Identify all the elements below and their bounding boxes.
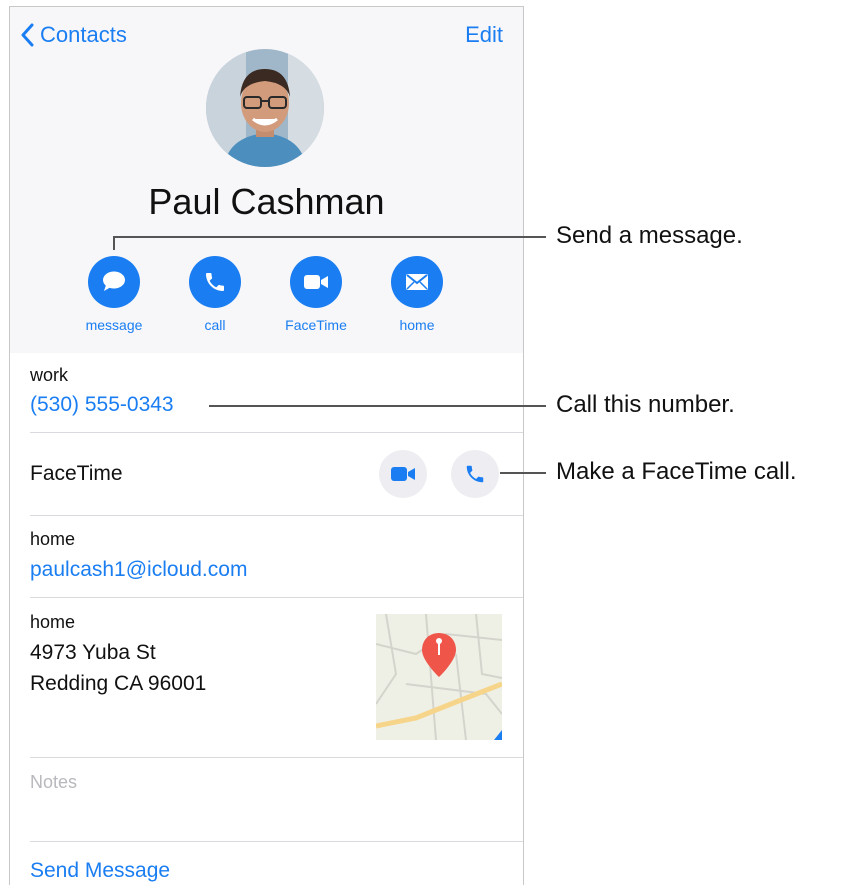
call-action-button[interactable]: call bbox=[165, 256, 265, 333]
email-link[interactable]: paulcash1@icloud.com bbox=[30, 558, 247, 582]
contact-name: Paul Cashman bbox=[148, 181, 385, 222]
phone-number-link[interactable]: (530) 555-0343 bbox=[30, 393, 174, 417]
message-action-button[interactable]: message bbox=[64, 256, 164, 333]
send-message-button[interactable]: Send Message bbox=[30, 859, 170, 883]
email-label: home bbox=[30, 529, 76, 549]
map-pin-icon bbox=[422, 633, 456, 677]
divider bbox=[30, 515, 523, 516]
facetime-video-button[interactable] bbox=[379, 450, 427, 498]
divider bbox=[30, 597, 523, 598]
divider bbox=[30, 757, 523, 758]
mail-action-label: home bbox=[399, 317, 435, 333]
divider bbox=[30, 432, 523, 433]
mail-action-button[interactable]: home bbox=[367, 256, 467, 333]
avatar bbox=[206, 49, 324, 167]
message-icon bbox=[103, 271, 125, 291]
callout-line-message bbox=[113, 236, 115, 250]
callout-line-facetime bbox=[500, 472, 546, 474]
address-city: Redding CA 96001 bbox=[30, 672, 207, 695]
phone-icon bbox=[206, 273, 224, 291]
address-label: home bbox=[30, 612, 76, 632]
video-icon bbox=[391, 467, 415, 481]
map-thumbnail[interactable] bbox=[376, 614, 502, 740]
contact-card: Contacts Edit Paul Cashman message call bbox=[9, 6, 524, 885]
notes-field[interactable]: Notes bbox=[30, 772, 77, 793]
divider bbox=[30, 841, 523, 842]
address-street: 4973 Yuba St bbox=[30, 641, 156, 664]
callout-line-call bbox=[209, 405, 546, 407]
callout-send-message: Send a message. bbox=[556, 222, 743, 249]
back-button-label: Contacts bbox=[40, 22, 127, 47]
facetime-action-button[interactable]: FaceTime bbox=[266, 256, 366, 333]
video-icon bbox=[304, 275, 328, 289]
edit-button[interactable]: Edit bbox=[465, 20, 503, 50]
message-action-label: message bbox=[85, 317, 143, 333]
facetime-label: FaceTime bbox=[30, 462, 123, 485]
callout-line-message bbox=[113, 236, 546, 238]
phone-icon bbox=[466, 465, 484, 483]
back-button[interactable]: Contacts bbox=[20, 20, 127, 50]
facetime-action-label: FaceTime bbox=[285, 317, 347, 333]
phone-label: work bbox=[30, 365, 69, 385]
mail-icon bbox=[406, 274, 428, 290]
call-action-label: call bbox=[204, 317, 226, 333]
chevron-left-icon bbox=[21, 23, 34, 47]
callout-call-number: Call this number. bbox=[556, 391, 735, 418]
callout-facetime: Make a FaceTime call. bbox=[556, 458, 797, 485]
facetime-audio-button[interactable] bbox=[451, 450, 499, 498]
